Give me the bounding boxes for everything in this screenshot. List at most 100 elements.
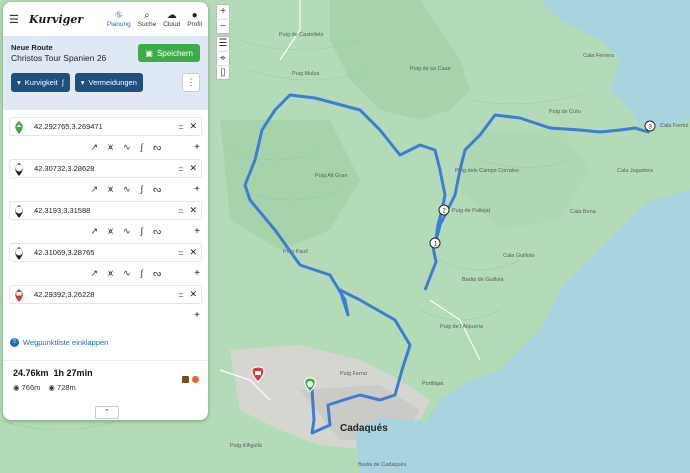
waypoint-row: 42.30732,3.28628 = ✕ xyxy=(9,159,202,178)
waypoint-row: 42.31069,3.28765 = ✕ xyxy=(9,243,202,262)
waypoint-coord-input[interactable]: 42.29392,3.26228 xyxy=(34,290,178,299)
mobile-icon[interactable]: ▯ xyxy=(216,65,230,79)
zoom-out-button[interactable]: − xyxy=(216,19,230,33)
map-label-place: Puig de Castellets xyxy=(279,32,324,38)
curve-preference-icon[interactable]: ↗ xyxy=(90,142,98,153)
via-marker-3[interactable]: 3 xyxy=(644,120,656,132)
remove-waypoint-button[interactable]: ✕ xyxy=(189,163,197,174)
route-distance: 24.76km xyxy=(13,368,49,378)
map-label-place: Cala Jugadora xyxy=(617,168,654,174)
curve-preference-icon[interactable]: ↗ xyxy=(90,226,98,237)
curvy-icon[interactable]: ∿ xyxy=(123,268,131,279)
save-button[interactable]: ▣ Speichern xyxy=(138,44,200,62)
locate-icon[interactable]: ⌖ xyxy=(216,51,230,65)
drag-handle-icon[interactable]: = xyxy=(178,122,183,132)
nav-cloud-label: Cloud xyxy=(163,21,181,28)
add-waypoint-button[interactable]: + xyxy=(194,226,200,237)
curviness-label: Kurvigkeit xyxy=(24,78,58,87)
collapse-icon: ⇧ xyxy=(10,338,19,347)
extra-curvy-icon[interactable]: ᔓ xyxy=(153,268,161,279)
segment-options: ↗ ⩙ ∿ ∫ ᔓ + xyxy=(9,178,202,201)
layers-icon[interactable]: ☰ xyxy=(216,37,230,51)
nav-cloud[interactable]: ☁ Cloud xyxy=(163,10,180,28)
add-waypoint-button[interactable]: + xyxy=(194,142,200,153)
map-tools: ☰ ⌖ ▯ xyxy=(216,36,230,80)
avoid-dropdown[interactable]: ▾ Vermeidungen xyxy=(74,73,143,92)
curvy-icon[interactable]: ∿ xyxy=(123,142,131,153)
remove-waypoint-button[interactable]: ✕ xyxy=(189,121,197,132)
very-curvy-icon[interactable]: ∫ xyxy=(141,142,143,153)
map-label-place: Badia de Cadaqués xyxy=(358,462,407,468)
nav-profile[interactable]: ● Profil xyxy=(187,10,202,28)
nav-search[interactable]: ⌕ Suche xyxy=(138,10,156,28)
warning-icon[interactable] xyxy=(192,376,199,383)
zoom-control: + − xyxy=(216,4,230,34)
add-waypoint-button[interactable]: + xyxy=(194,184,200,195)
curve-preference-icon[interactable]: ↗ xyxy=(90,268,98,279)
route-descent: 728m xyxy=(57,383,76,392)
waypoint-list: 42.292765,3.269471 = ✕ ↗ ⩙ ∿ ∫ ᔓ + 42.30… xyxy=(3,110,208,327)
very-curvy-icon[interactable]: ∫ xyxy=(141,226,143,237)
save-button-label: Speichern xyxy=(156,48,193,58)
map-label-place: Cala Ferrera xyxy=(583,53,615,59)
add-waypoint-button[interactable]: + xyxy=(194,268,200,279)
segment-options: ↗ ⩙ ∿ ∫ ᔓ + xyxy=(9,220,202,243)
curvy-icon[interactable]: ∿ xyxy=(123,226,131,237)
add-waypoint-button[interactable]: + xyxy=(194,310,200,321)
segment-options-end: + xyxy=(9,304,202,327)
segment-options: ↗ ⩙ ∿ ∫ ᔓ + xyxy=(9,136,202,159)
via-marker-1[interactable]: 1 xyxy=(429,237,441,249)
map-label-place: Puig Ferrai xyxy=(340,371,367,377)
avoid-label: Vermeidungen xyxy=(88,78,137,87)
waypoint-coord-input[interactable]: 42.30732,3.28628 xyxy=(34,164,178,173)
drag-handle-icon[interactable]: = xyxy=(178,206,183,216)
via-marker-2[interactable]: 2 xyxy=(438,204,450,216)
highway-icon[interactable]: ⩙ xyxy=(108,184,113,195)
drag-handle-icon[interactable]: = xyxy=(178,164,183,174)
very-curvy-icon[interactable]: ∫ xyxy=(141,268,143,279)
remove-waypoint-button[interactable]: ✕ xyxy=(189,205,197,216)
curvy-icon[interactable]: ∿ xyxy=(123,184,131,195)
top-navigation: ☰ Kurviger ⛗ Planung ⌕ Suche ☁ Cloud ● P… xyxy=(3,2,208,36)
chevron-down-icon: ▾ xyxy=(80,78,85,87)
waypoint-coord-input[interactable]: 42.31069,3.28765 xyxy=(34,248,178,257)
drag-handle-icon[interactable]: = xyxy=(178,248,183,258)
route-ascent: 766m xyxy=(21,383,41,392)
map-label-place: Puig de sa Casa xyxy=(410,66,451,72)
highway-icon[interactable]: ⩙ xyxy=(108,226,113,237)
route-summary: 24.76km 1h 27min ◉ 766m ◉ 728m xyxy=(3,360,208,404)
map-planning-icon: ⛗ xyxy=(114,10,123,21)
descent-icon: ◉ xyxy=(48,383,55,392)
extra-curvy-icon[interactable]: ᔓ xyxy=(153,142,161,153)
nav-planning[interactable]: ⛗ Planung xyxy=(107,10,131,28)
very-curvy-icon[interactable]: ∫ xyxy=(141,184,143,195)
map-label-place: Puig Alt Gran xyxy=(315,173,347,179)
menu-icon[interactable]: ☰ xyxy=(9,13,23,26)
fuel-icon[interactable] xyxy=(182,376,189,383)
map-label-place: Puig de Cutu xyxy=(549,109,581,115)
map-label-place: Puig Paull xyxy=(283,249,308,255)
sidebar-panel: ☰ Kurviger ⛗ Planung ⌕ Suche ☁ Cloud ● P… xyxy=(3,2,208,420)
zoom-in-button[interactable]: + xyxy=(216,5,230,19)
remove-waypoint-button[interactable]: ✕ xyxy=(189,289,197,300)
app-logo[interactable]: Kurviger xyxy=(29,13,100,26)
route-name-input[interactable]: Christos Tour Spanien 26 xyxy=(11,53,138,63)
highway-icon[interactable]: ⩙ xyxy=(108,268,113,279)
collapse-waypoints-link[interactable]: ⇧ Wegpunktliste einklappen xyxy=(10,338,108,347)
map-label-town: Cadaqués xyxy=(340,423,388,434)
waypoint-coord-input[interactable]: 42.292765,3.269471 xyxy=(34,122,178,131)
curviness-dropdown[interactable]: ▾ Kurvigkeit ∫ xyxy=(11,73,70,92)
save-icon: ▣ xyxy=(145,48,153,58)
curve-preference-icon[interactable]: ↗ xyxy=(90,184,98,195)
waypoint-coord-input[interactable]: 42.3193,3.31588 xyxy=(34,206,178,215)
extra-curvy-icon[interactable]: ᔓ xyxy=(153,184,161,195)
drag-handle-icon[interactable]: = xyxy=(178,290,183,300)
remove-waypoint-button[interactable]: ✕ xyxy=(189,247,197,258)
collapse-panel-button[interactable]: ⌃ xyxy=(95,406,119,419)
chevron-down-icon: ▾ xyxy=(17,78,21,87)
more-options-button[interactable]: ⋮ xyxy=(182,73,200,92)
highway-icon[interactable]: ⩙ xyxy=(108,142,113,153)
map-label-place: Portlligat xyxy=(422,381,444,387)
map-label-place: Puig de l'Alquería xyxy=(440,324,484,330)
extra-curvy-icon[interactable]: ᔓ xyxy=(153,226,161,237)
